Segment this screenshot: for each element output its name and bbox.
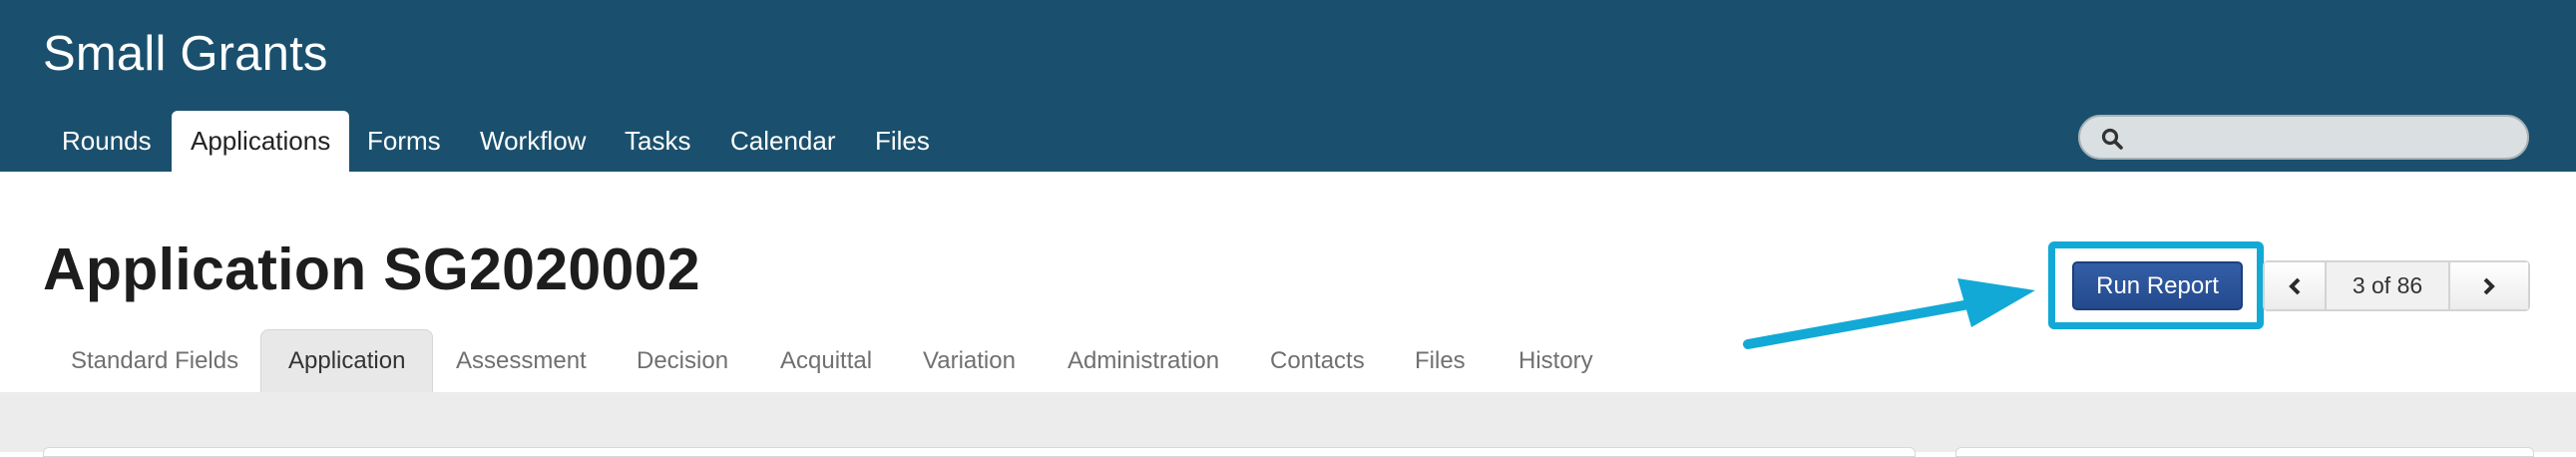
tab-administration[interactable]: Administration xyxy=(1068,329,1219,392)
chevron-right-icon xyxy=(2483,277,2495,294)
nav-tab-calendar[interactable]: Calendar xyxy=(730,111,836,172)
tab-history[interactable]: History xyxy=(1518,329,1593,392)
tab-application[interactable]: Application xyxy=(260,329,434,392)
nav-tab-tasks[interactable]: Tasks xyxy=(625,111,690,172)
previous-record-button[interactable] xyxy=(2265,262,2327,309)
nav-tab-workflow[interactable]: Workflow xyxy=(480,111,586,172)
tab-assessment[interactable]: Assessment xyxy=(456,329,587,392)
tab-variation[interactable]: Variation xyxy=(923,329,1016,392)
run-report-button[interactable]: Run Report xyxy=(2072,261,2243,310)
app-title: Small Grants xyxy=(43,27,328,81)
main-panel xyxy=(43,447,1916,457)
tab-standard-fields[interactable]: Standard Fields xyxy=(71,329,238,392)
next-record-button[interactable] xyxy=(2448,262,2528,309)
tab-decision[interactable]: Decision xyxy=(637,329,728,392)
nav-tab-applications[interactable]: Applications xyxy=(172,111,350,172)
tab-contacts[interactable]: Contacts xyxy=(1270,329,1365,392)
chevron-left-icon xyxy=(2289,277,2301,294)
search-icon xyxy=(2101,128,2123,150)
search-input[interactable] xyxy=(2078,115,2529,160)
tab-files[interactable]: Files xyxy=(1415,329,1466,392)
pager-count: 3 of 86 xyxy=(2327,262,2448,309)
nav-tab-rounds[interactable]: Rounds xyxy=(62,111,152,172)
content-area xyxy=(0,392,2576,452)
record-pager: 3 of 86 xyxy=(2263,260,2530,311)
nav-tab-files[interactable]: Files xyxy=(875,111,930,172)
nav-tab-forms[interactable]: Forms xyxy=(367,111,441,172)
side-panel xyxy=(1955,447,2534,457)
tab-acquittal[interactable]: Acquittal xyxy=(780,329,872,392)
page-title: Application SG2020002 xyxy=(43,236,700,302)
top-header: Small Grants Rounds Applications Forms W… xyxy=(0,0,2576,172)
